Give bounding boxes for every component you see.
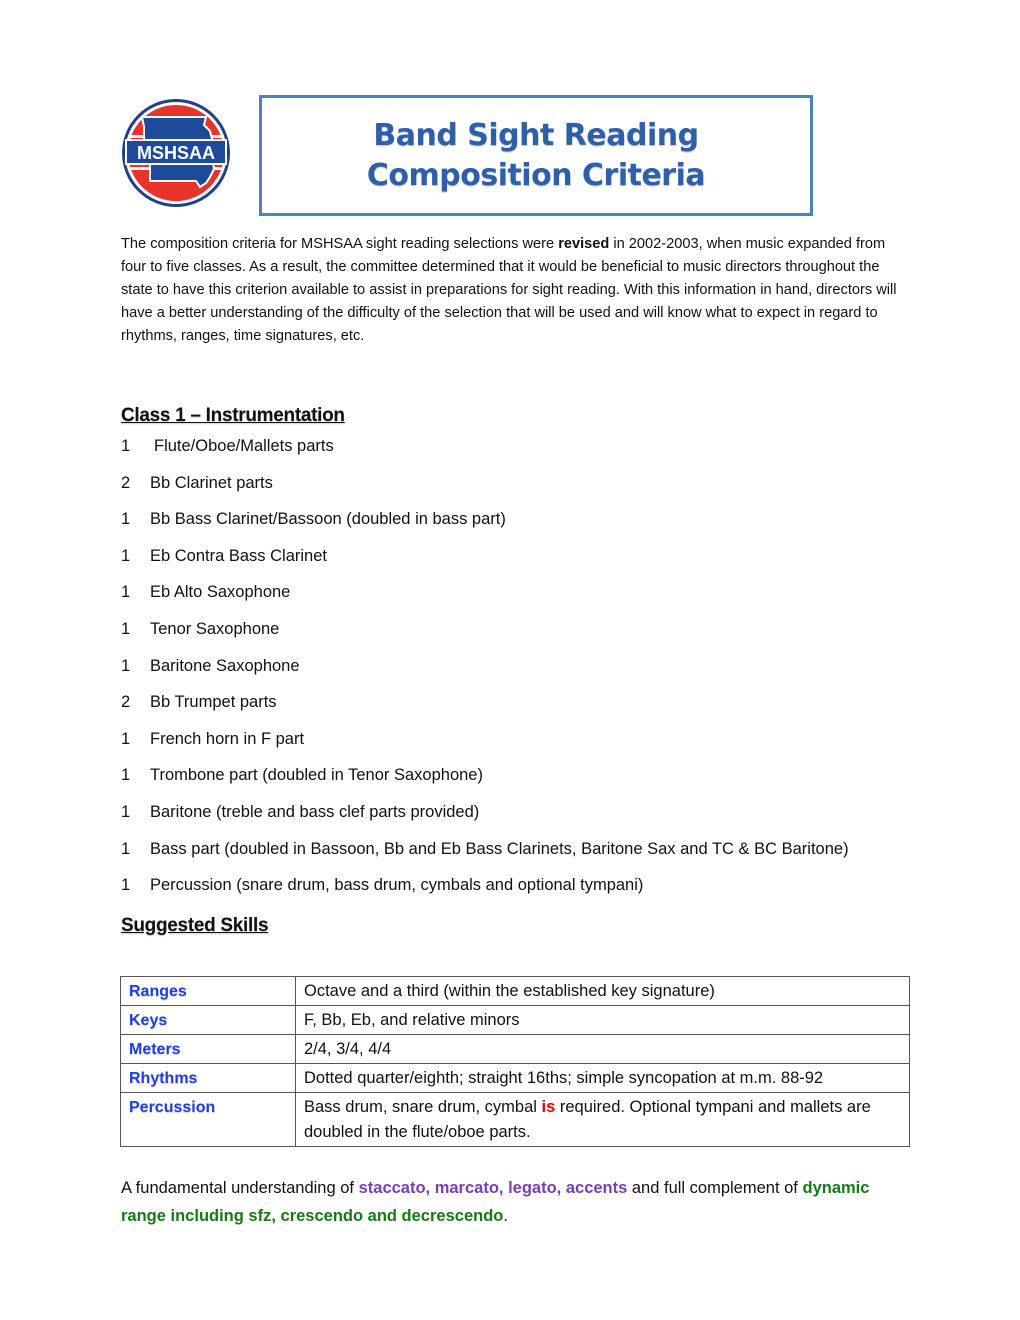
table-row: Meters 2/4, 3/4, 4/4	[120, 1034, 910, 1064]
instrument-item: 1 Eb Contra Bass Clarinet	[121, 547, 921, 584]
skills-heading: Suggested Skills	[121, 915, 269, 936]
instrument-item: 1 Baritone (treble and bass clef parts pr…	[121, 803, 921, 840]
instrument-name: Baritone (treble and bass clef parts pro…	[150, 802, 480, 821]
instrument-qty: 1	[121, 583, 131, 602]
closing-text-middle: and full complement of	[627, 1179, 803, 1197]
skill-label: Meters	[120, 1034, 296, 1064]
instrument-name: Bass part (doubled in Bassoon, Bb and Eb…	[150, 839, 849, 858]
skill-label: Percussion	[120, 1092, 296, 1147]
instrumentation-list: 1 Flute/Oboe/Mallets parts 2 Bb Clarinet p…	[121, 437, 921, 913]
instrument-name: Eb Alto Saxophone	[150, 583, 291, 602]
table-row: Rhythms Dotted quarter/eighth; straight …	[120, 1063, 910, 1093]
skill-value: 2/4, 3/4, 4/4	[295, 1034, 910, 1064]
instrument-item: 1 Percussion (snare drum, bass drum, cymb…	[121, 876, 921, 913]
intro-bold-revised: revised	[558, 236, 610, 252]
percussion-text-before: Bass drum, snare drum, cymbal	[304, 1098, 542, 1116]
instrument-qty: 2	[121, 473, 131, 492]
instrument-name: Trombone part (doubled in Tenor Saxophon…	[150, 766, 483, 785]
instrument-item: 1 French horn in F part	[121, 730, 921, 767]
table-row: Percussion Bass drum, snare drum, cymbal…	[120, 1092, 910, 1147]
intro-text-after: in 2002-2003, when music expanded from f…	[121, 236, 897, 344]
skill-value: F, Bb, Eb, and relative minors	[295, 1005, 910, 1035]
instrument-qty: 1	[121, 619, 131, 638]
instrument-qty: 1	[121, 729, 131, 748]
percussion-emphasis: is	[541, 1098, 556, 1116]
instrument-item: 1 Baritone Saxophone	[121, 657, 921, 694]
title-line-2: Composition Criteria	[366, 158, 706, 193]
instrument-name: Bb Bass Clarinet/Bassoon (doubled in bas…	[150, 510, 506, 529]
instrument-name: Eb Contra Bass Clarinet	[150, 546, 327, 565]
instrument-qty: 1	[121, 437, 131, 455]
instrument-item: 1 Flute/Oboe/Mallets parts	[121, 437, 921, 474]
instrument-item: 1 Tenor Saxophone	[121, 620, 921, 657]
instrument-item: 1 Trombone part (doubled in Tenor Saxopho…	[121, 766, 921, 803]
skill-value: Octave and a third (within the establish…	[295, 976, 910, 1006]
instrument-item: 2 Bb Trumpet parts	[121, 693, 921, 730]
instrument-qty: 2	[121, 693, 131, 712]
skill-label: Rhythms	[120, 1063, 296, 1093]
instrument-item: 1 Eb Alto Saxophone	[121, 583, 921, 620]
instrument-name: Flute/Oboe/Mallets parts	[154, 437, 334, 455]
instrument-name: Bb Trumpet parts	[150, 693, 277, 712]
instrument-qty: 1	[121, 839, 131, 858]
instrumentation-heading: Class 1 – Instrumentation	[121, 405, 345, 426]
instrument-qty: 1	[121, 656, 131, 675]
instrument-name: French horn in F part	[150, 729, 305, 748]
instrument-qty: 1	[121, 510, 131, 529]
skills-table: Ranges Octave and a third (within the es…	[120, 976, 910, 1147]
table-row: Keys F, Bb, Eb, and relative minors	[120, 1005, 910, 1035]
instrument-item: 1 Bass part (doubled in Bassoon, Bb and E…	[121, 840, 921, 877]
closing-text-end: .	[503, 1207, 508, 1225]
instrument-item: 1 Bb Bass Clarinet/Bassoon (doubled in ba…	[121, 510, 921, 547]
instrument-name: Tenor Saxophone	[150, 619, 280, 638]
table-row: Ranges Octave and a third (within the es…	[120, 976, 910, 1006]
articulations-text: staccato, marcato, legato, accents	[358, 1179, 628, 1197]
skill-value: Dotted quarter/eighth; straight 16ths; s…	[295, 1063, 910, 1093]
mshsaa-logo: MSHSAA	[120, 97, 232, 209]
skill-label: Ranges	[120, 976, 296, 1006]
instrument-qty: 1	[121, 802, 131, 821]
instrument-qty: 1	[121, 766, 131, 785]
instrument-name: Percussion (snare drum, bass drum, cymba…	[150, 876, 644, 895]
instrument-qty: 1	[121, 876, 131, 895]
closing-paragraph: A fundamental understanding of staccato,…	[121, 1174, 911, 1230]
instrument-item: 2 Bb Clarinet parts	[121, 474, 921, 511]
instrument-name: Bb Clarinet parts	[150, 473, 273, 492]
title-line-1: Band Sight Reading	[373, 118, 699, 153]
skill-value: Bass drum, snare drum, cymbal is require…	[295, 1092, 910, 1147]
intro-paragraph: The composition criteria for MSHSAA sigh…	[121, 233, 911, 348]
closing-text-before: A fundamental understanding of	[121, 1179, 359, 1197]
title-box: Band Sight Reading Composition Criteria	[259, 95, 813, 216]
instrument-qty: 1	[121, 546, 131, 565]
instrument-name: Baritone Saxophone	[150, 656, 300, 675]
logo-text: MSHSAA	[137, 143, 215, 163]
skill-label: Keys	[120, 1005, 296, 1035]
intro-text-before: The composition criteria for MSHSAA sigh…	[121, 236, 559, 252]
